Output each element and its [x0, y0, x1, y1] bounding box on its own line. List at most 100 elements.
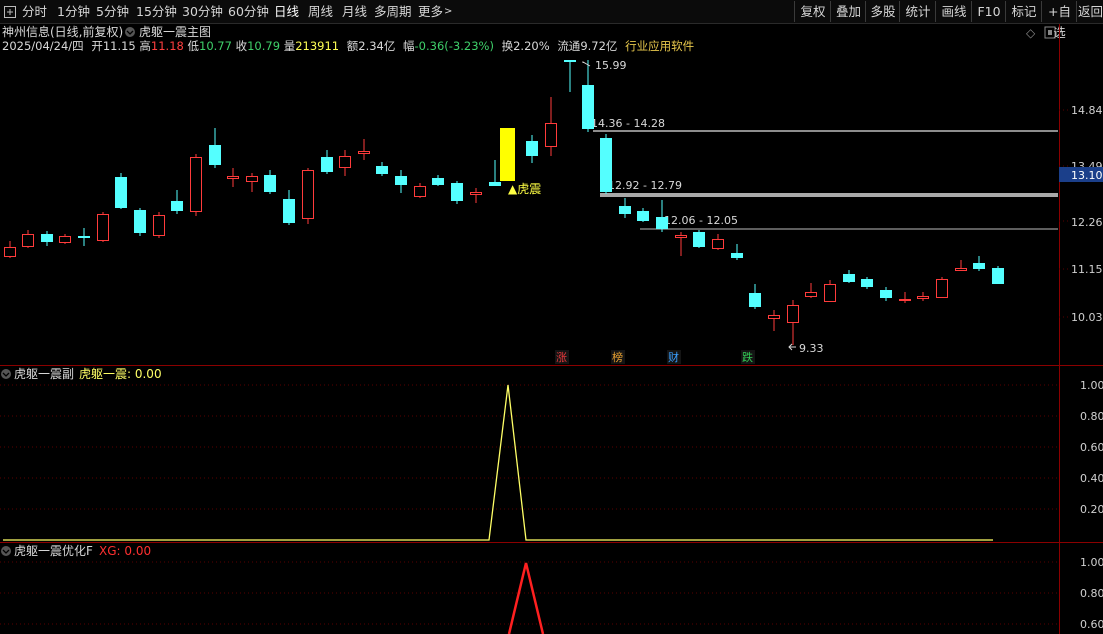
- quote-amount: 2.34亿: [358, 39, 395, 53]
- candle-body: [302, 170, 314, 219]
- indicator-name[interactable]: 虎躯一震主图: [139, 24, 211, 39]
- candle-body: [749, 293, 761, 307]
- range-label: 12.06 - 12.05: [664, 214, 738, 227]
- signal-bar: [500, 128, 515, 181]
- y-tick: 1.00: [1080, 379, 1103, 392]
- sub2-title[interactable]: 虎躯一震优化F: [14, 543, 93, 558]
- candle-body: [115, 177, 127, 208]
- event-marker[interactable]: 榜: [612, 350, 623, 364]
- y-tick: 0.20: [1080, 503, 1103, 516]
- candle-body: [899, 299, 911, 301]
- signal-label: ▲虎震: [508, 182, 541, 196]
- candle-body: [470, 192, 482, 195]
- quote-open: 11.15: [103, 39, 136, 53]
- candle-body: [824, 284, 836, 302]
- candle-body: [451, 183, 463, 201]
- main-grid: [1059, 109, 1070, 318]
- y-tick: 1.00: [1080, 556, 1103, 569]
- candle-body: [656, 217, 668, 229]
- kline-chart: 神州信息(日线,前复权) 虎躯一震主图 ◇ 2025/04/24/四 开11.1…: [0, 24, 1103, 634]
- candle-body: [526, 141, 538, 156]
- chevron-down-icon[interactable]: [1, 546, 11, 556]
- candle-body: [545, 123, 557, 147]
- candle-body: [843, 274, 855, 282]
- candle-body: [489, 182, 501, 186]
- quote-volume: 213911: [295, 39, 339, 53]
- y-tick: 0.80: [1080, 587, 1103, 600]
- candle-body: [209, 145, 221, 165]
- candle-body: [59, 236, 71, 243]
- range-labels: 14.36 - 14.28 12.92 - 12.79 12.06 - 12.0…: [591, 117, 738, 227]
- candle-body: [731, 253, 743, 258]
- candle-body: [861, 279, 873, 287]
- event-marker[interactable]: 跌: [742, 350, 753, 364]
- high-marker-arrow: [582, 61, 591, 67]
- stock-name: 神州信息(日线,前复权): [2, 24, 123, 39]
- sub1-line: [3, 384, 993, 541]
- candle-body: [693, 232, 705, 247]
- candle-body: [880, 290, 892, 298]
- candle-body: [321, 157, 333, 172]
- candle-body: [955, 268, 967, 271]
- chevron-down-icon[interactable]: [125, 27, 135, 37]
- main-y-axis: 14.84 13.49 12.26 11.15 10.03: [1071, 104, 1103, 324]
- quote-info-line: 2025/04/24/四 开11.15 高11.18 低10.77 收10.79…: [2, 39, 694, 53]
- candle-body: [973, 263, 985, 269]
- candle-body: [600, 138, 612, 192]
- candle-body: [97, 214, 109, 241]
- candle-body: [283, 199, 295, 223]
- candle-body: [917, 296, 929, 299]
- sub-panel-2: 虎躯一震优化F XG: 0.00 1.00 0.80 0.60: [0, 543, 1103, 634]
- high-marker: 15.99: [595, 59, 627, 72]
- quote-industry: 行业应用软件: [625, 39, 694, 53]
- main-header: 神州信息(日线,前复权) 虎躯一震主图 ◇: [2, 24, 1056, 40]
- candles: [4, 60, 1004, 345]
- quote-change: -0.36(-3.23%): [415, 39, 494, 53]
- candle-body: [134, 210, 146, 233]
- candle-body: [227, 176, 239, 179]
- quote-close: 10.79: [247, 39, 280, 53]
- candle-body: [264, 175, 276, 192]
- candle-body: [171, 201, 183, 211]
- quote-float: 9.72亿: [580, 39, 617, 53]
- y-tick: 0.80: [1080, 410, 1103, 423]
- candle-body: [787, 305, 799, 323]
- candle-body: [246, 176, 258, 182]
- y-tick: 0.60: [1080, 441, 1103, 454]
- candle-body: [619, 206, 631, 214]
- range-label: 14.36 - 14.28: [591, 117, 665, 130]
- diamond-icon[interactable]: ◇: [1026, 26, 1036, 40]
- candle-body: [712, 239, 724, 249]
- y-tick: 0.40: [1080, 472, 1103, 485]
- sub1-series-label: 虎躯一震: 0.00: [79, 366, 162, 381]
- y-tick: 14.84: [1071, 104, 1103, 117]
- candle-body: [805, 292, 817, 297]
- candle-body: [395, 176, 407, 185]
- candle-body: [339, 156, 351, 168]
- candle-body: [582, 85, 594, 129]
- candle-body: [992, 268, 1004, 284]
- sub1-title[interactable]: 虎躯一震副: [14, 366, 74, 381]
- quote-date: 2025/04/24/四: [2, 39, 84, 53]
- event-marker[interactable]: 涨: [556, 351, 567, 364]
- candle-body: [22, 234, 34, 247]
- candle-body: [358, 151, 370, 154]
- candle-body: [78, 236, 90, 238]
- quote-high: 11.18: [151, 39, 184, 53]
- candle-body: [376, 166, 388, 174]
- event-markers: 涨榜财跌: [555, 350, 755, 364]
- sub2-line: [507, 562, 545, 634]
- quote-low: 10.77: [199, 39, 232, 53]
- candle-body: [190, 157, 202, 212]
- range-label: 12.92 - 12.79: [608, 179, 682, 192]
- candle-body: [4, 247, 16, 257]
- candle-body: [675, 235, 687, 238]
- y-tick: 0.60: [1080, 618, 1103, 631]
- candle-body: [768, 315, 780, 319]
- y-tick: 10.03: [1071, 311, 1103, 324]
- chevron-down-icon[interactable]: [1, 369, 11, 379]
- sub-panel-1: 虎躯一震副 虎躯一震: 0.00 1.00 0.80 0.60 0.40 0.2…: [0, 366, 1103, 541]
- candle-body: [637, 211, 649, 221]
- candle-body: [153, 215, 165, 236]
- event-marker[interactable]: 财: [668, 350, 679, 364]
